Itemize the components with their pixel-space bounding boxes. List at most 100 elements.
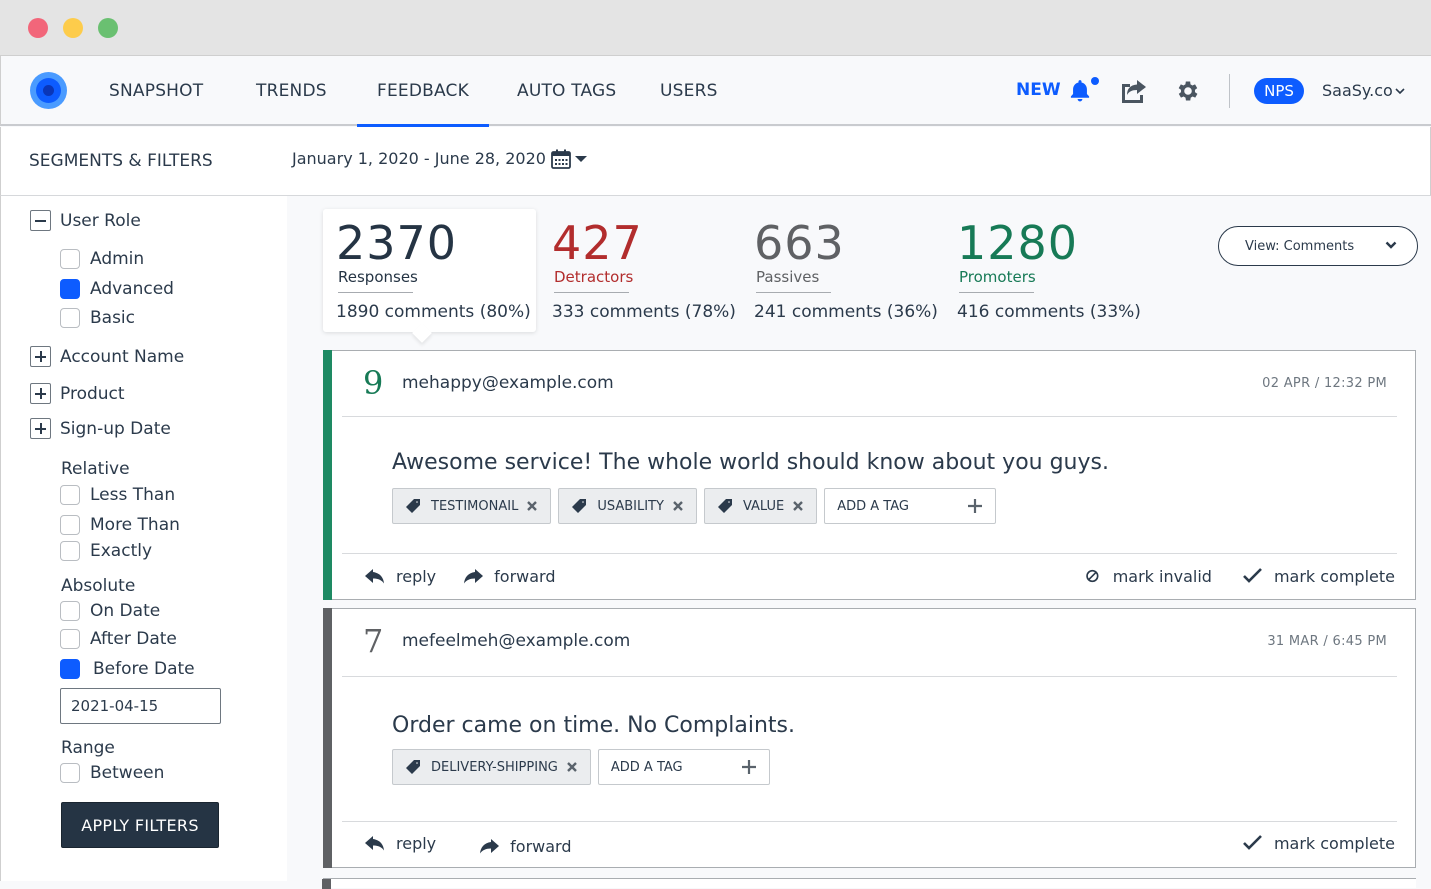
tab-snapshot[interactable]: SNAPSHOT (109, 56, 203, 126)
filters-sidebar: User Role Admin Advanced Basic Account N… (0, 196, 287, 881)
forward-button[interactable]: forward (462, 567, 555, 586)
stat-divider (338, 292, 413, 293)
window-minimize-button[interactable] (63, 18, 83, 38)
checkbox-label: Advanced (90, 279, 174, 299)
action-label: reply (396, 566, 437, 586)
stat-passives[interactable]: 663 Passives 241 comments (36%) (754, 216, 938, 322)
absolute-label: Absolute (61, 576, 136, 596)
filter-bar: SEGMENTS & FILTERS January 1, 2020 - Jun… (0, 127, 1431, 196)
stat-comments: 1890 comments (80%) (336, 302, 531, 322)
caret-down-icon[interactable] (575, 156, 587, 162)
tag-chip[interactable]: DELIVERY-SHIPPING (392, 749, 591, 785)
stat-detractors[interactable]: 427 Detractors 333 comments (78%) (552, 216, 736, 322)
mark-invalid-button[interactable]: mark invalid (1085, 567, 1212, 586)
stat-promoters[interactable]: 1280 Promoters 416 comments (33%) (957, 216, 1141, 322)
collapse-icon[interactable] (30, 210, 51, 231)
checkbox-between[interactable]: Between (60, 763, 164, 783)
checkbox-exactly[interactable]: Exactly (60, 541, 152, 561)
action-label: reply (396, 833, 437, 853)
checkbox[interactable] (60, 515, 80, 535)
remove-tag-icon[interactable] (792, 500, 804, 512)
view-select-dropdown[interactable]: View: Comments (1218, 226, 1418, 266)
checkbox-after-date[interactable]: After Date (60, 629, 177, 649)
share-icon[interactable] (1119, 78, 1149, 104)
checkbox[interactable] (60, 601, 80, 621)
checkbox[interactable] (60, 629, 80, 649)
window-maximize-button[interactable] (98, 18, 118, 38)
remove-tag-icon[interactable] (526, 500, 538, 512)
tag-chip[interactable]: TESTIMONAIL (392, 488, 552, 524)
filter-group-product[interactable]: Product (30, 383, 125, 404)
nps-score: 7 (363, 622, 384, 660)
tab-users[interactable]: USERS (660, 56, 718, 126)
action-label: forward (510, 836, 572, 856)
date-range-picker[interactable]: January 1, 2020 - June 28, 2020 (292, 149, 546, 168)
checkbox-before-date[interactable]: Before Date (60, 659, 195, 679)
tab-trends[interactable]: TRENDS (256, 56, 327, 126)
forward-button[interactable]: forward (478, 837, 571, 856)
tab-auto-tags[interactable]: AUTO TAGS (517, 56, 616, 126)
checkbox[interactable] (60, 485, 80, 505)
apply-filters-button[interactable]: APPLY FILTERS (61, 802, 219, 848)
nps-badge[interactable]: NPS (1254, 78, 1304, 104)
checkbox[interactable] (60, 659, 80, 679)
chevron-down-icon[interactable] (1394, 86, 1406, 96)
reply-button[interactable]: reply (364, 834, 436, 853)
tag-chip[interactable]: VALUE (703, 488, 818, 524)
checkbox[interactable] (60, 308, 80, 328)
add-tag-button[interactable]: ADD A TAG (824, 488, 997, 524)
filter-group-account-name[interactable]: Account Name (30, 346, 184, 367)
remove-tag-icon[interactable] (672, 500, 684, 512)
calendar-icon[interactable] (550, 148, 572, 170)
checkbox[interactable] (60, 249, 80, 269)
stat-divider (959, 292, 1034, 293)
company-switcher[interactable]: SaaSy.co (1322, 81, 1393, 100)
stat-label: Promoters (959, 268, 1036, 286)
checkbox-basic[interactable]: Basic (60, 308, 135, 328)
respondent-email[interactable]: mehappy@example.com (402, 373, 614, 393)
checkbox-more-than[interactable]: More Than (60, 515, 180, 535)
checkbox[interactable] (60, 541, 80, 561)
before-date-input[interactable] (60, 688, 221, 724)
stat-responses[interactable]: 2370 Responses 1890 comments (80%) (336, 216, 531, 322)
forward-icon (480, 839, 500, 854)
reply-button[interactable]: reply (364, 567, 436, 586)
feedback-actions: reply forward mark invalid mark complete (364, 564, 1395, 588)
action-label: forward (494, 566, 556, 586)
checkbox-label: Before Date (93, 659, 195, 679)
expand-icon[interactable] (30, 383, 51, 404)
add-tag-button[interactable]: ADD A TAG (597, 749, 770, 785)
remove-tag-icon[interactable] (566, 761, 578, 773)
window-titlebar (0, 0, 1431, 56)
checkbox[interactable] (60, 763, 80, 783)
tab-feedback[interactable]: FEEDBACK (357, 56, 489, 128)
app-logo-icon[interactable] (30, 72, 67, 109)
mark-complete-button[interactable]: mark complete (1242, 834, 1395, 853)
new-label[interactable]: NEW (1016, 80, 1061, 100)
expand-icon[interactable] (30, 346, 51, 367)
stat-label: Responses (338, 268, 418, 286)
nps-score: 9 (363, 364, 384, 402)
checkbox-on-date[interactable]: On Date (60, 601, 160, 621)
mark-complete-button[interactable]: mark complete (1242, 567, 1395, 586)
divider (342, 416, 1397, 417)
feedback-timestamp: 31 MAR / 6:45 PM (1267, 634, 1387, 649)
add-tag-label: ADD A TAG (610, 759, 683, 775)
checkbox-admin[interactable]: Admin (60, 249, 144, 269)
gear-icon[interactable] (1175, 78, 1201, 104)
tag-icon (406, 499, 420, 513)
checkbox-less-than[interactable]: Less Than (60, 485, 175, 505)
respondent-email[interactable]: mefeelmeh@example.com (402, 631, 630, 651)
checkbox-advanced[interactable]: Advanced (60, 279, 174, 299)
tag-chip[interactable]: USABILITY (558, 488, 697, 524)
filter-group-signup-date[interactable]: Sign-up Date (30, 418, 171, 439)
checkbox[interactable] (60, 279, 80, 299)
tag-label: USABILITY (597, 498, 664, 514)
stat-value: 427 (552, 216, 643, 270)
filter-group-user-role[interactable]: User Role (30, 210, 141, 231)
tag-icon (572, 499, 587, 513)
window-close-button[interactable] (28, 18, 48, 38)
stat-value: 2370 (336, 216, 458, 270)
bell-icon[interactable] (1067, 78, 1093, 104)
expand-icon[interactable] (30, 418, 51, 439)
